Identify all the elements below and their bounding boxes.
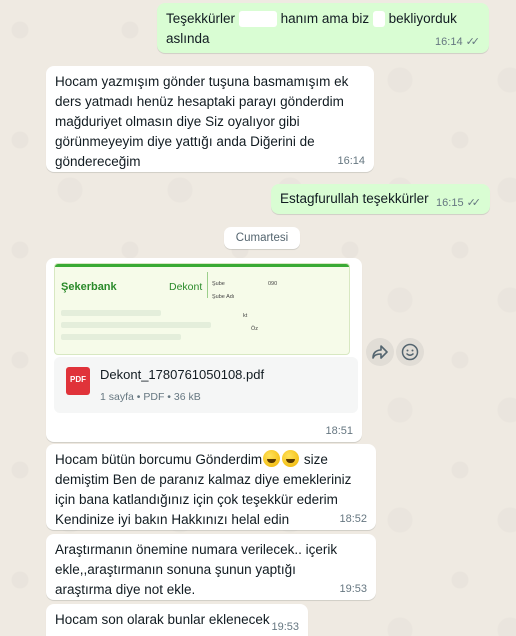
incoming-message[interactable]: Hocam son olarak bunlar eklenecek 19:53: [46, 604, 308, 636]
preview-field-label: Öz: [251, 326, 259, 332]
message-time: 19:53: [339, 583, 367, 595]
preview-field-label: Şube Adı: [212, 294, 235, 300]
redacted-text: [372, 11, 385, 28]
message-text: Hocam son olarak bunlar eklenecek: [55, 612, 270, 627]
preview-line: [61, 310, 161, 316]
forward-icon[interactable]: [366, 338, 394, 366]
message-meta: 18:51: [325, 424, 353, 438]
redacted-name: [238, 11, 277, 28]
incoming-message[interactable]: Araştırmanın önemine numara verilecek.. …: [46, 534, 376, 600]
emoji-react-icon[interactable]: [396, 338, 424, 366]
message-text: Hocam bütün borcumu Gönderdim size demiş…: [55, 450, 352, 527]
message-meta: 16:14 ✓✓: [435, 35, 480, 49]
pdf-file-icon: PDF: [66, 367, 90, 395]
preview-line: [61, 334, 181, 340]
document-message[interactable]: Şekerbank Dekont Şube 090 Şube Adı kt Öz…: [46, 258, 362, 442]
message-time: 18:51: [325, 425, 353, 437]
incoming-message[interactable]: Hocam bütün borcumu Gönderdim size demiş…: [46, 444, 376, 530]
message-time: 16:14: [435, 36, 463, 48]
message-text: Teşekkürler hanım ama biz bekliyorduk as…: [166, 11, 457, 46]
document-preview[interactable]: Şekerbank Dekont Şube 090 Şube Adı kt Öz…: [54, 263, 350, 355]
grinning-face-emoji: [263, 450, 281, 467]
preview-title: Dekont: [169, 281, 203, 293]
date-divider: Cumartesi: [224, 227, 300, 249]
preview-field-label: kt: [243, 313, 248, 319]
message-meta: 18:52: [339, 512, 367, 526]
message-meta: 19:53: [339, 582, 367, 596]
grinning-face-emoji: [282, 450, 300, 467]
incoming-message[interactable]: Hocam yazmışım gönder tuşuna basmamışım …: [46, 66, 374, 172]
preview-line: [61, 322, 211, 328]
message-meta: 16:14: [337, 154, 365, 168]
message-text: Araştırmanın önemine numara verilecek.. …: [55, 542, 338, 597]
file-card[interactable]: PDF Dekont_1780761050108.pdf 1 sayfa • P…: [54, 357, 358, 413]
outgoing-message[interactable]: Estagfurullah teşekkürler 16:15 ✓✓: [271, 184, 490, 214]
message-time: 19:53: [271, 621, 299, 633]
message-time: 16:14: [337, 155, 365, 167]
preview-field-label: Ve: [59, 348, 65, 354]
double-check-icon: ✓✓: [466, 197, 482, 209]
double-check-icon: ✓✓: [465, 36, 481, 48]
message-time: 18:52: [339, 513, 367, 525]
bank-logo: Şekerbank: [61, 281, 117, 293]
preview-field-value: 090: [268, 281, 278, 287]
message-meta: 19:53: [271, 620, 299, 634]
message-time: 16:15: [436, 197, 464, 209]
preview-field-box: Şube 090 Şube Adı: [207, 272, 349, 300]
message-meta: 16:15 ✓✓: [436, 196, 481, 210]
file-info: 1 sayfa • PDF • 36 kB: [100, 391, 201, 403]
outgoing-message[interactable]: Teşekkürler hanım ama biz bekliyorduk as…: [157, 3, 489, 53]
file-name: Dekont_1780761050108.pdf: [100, 367, 265, 382]
preview-green-bar: [55, 264, 349, 267]
message-text: Hocam yazmışım gönder tuşuna basmamışım …: [55, 74, 349, 169]
